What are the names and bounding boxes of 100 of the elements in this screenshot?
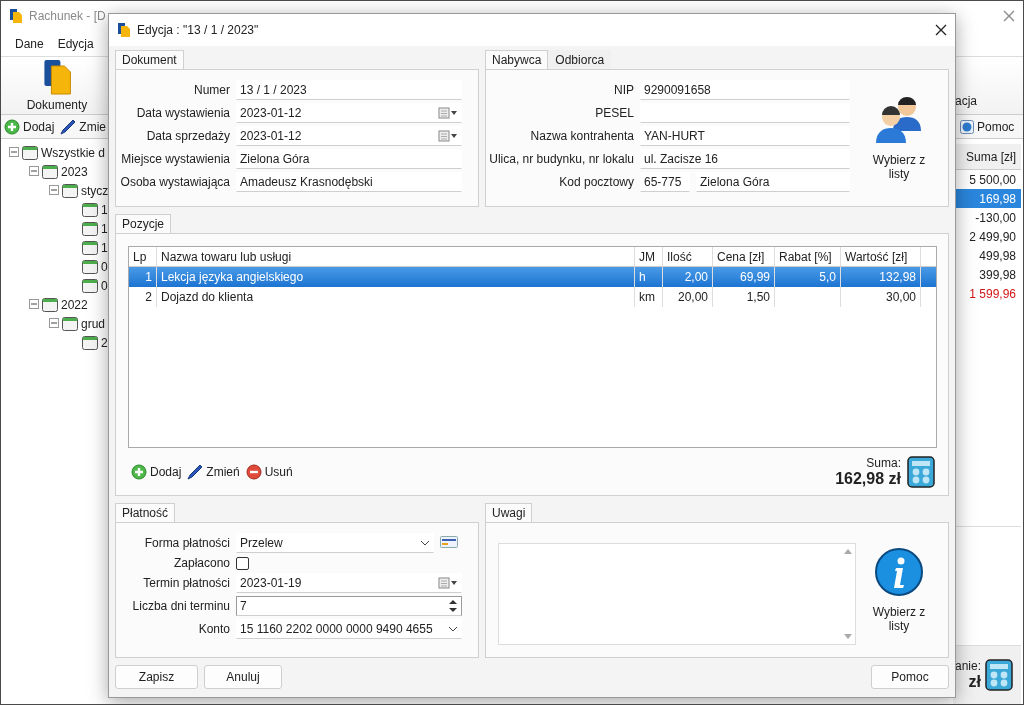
text-field[interactable] (640, 103, 850, 123)
table-cell[interactable]: 1 599,96 (953, 284, 1021, 303)
date-field[interactable]: 2023-01-12 (236, 126, 462, 146)
calendar-dropdown-icon[interactable] (438, 107, 458, 119)
cancel-button[interactable]: Anuluj (204, 665, 282, 689)
caret-icon[interactable] (420, 540, 430, 546)
text-field[interactable]: Zielona Góra (236, 149, 462, 169)
tab[interactable]: Odbiorca (548, 50, 612, 69)
field-label: Termin płatności (142, 576, 230, 590)
calendar-icon (82, 278, 98, 293)
help-icon (960, 119, 974, 134)
tree-item[interactable]: 1 (101, 221, 108, 236)
calendar-icon (42, 297, 58, 312)
close-icon[interactable] (935, 24, 947, 36)
column-header[interactable]: Ilość (663, 247, 713, 266)
text-field[interactable]: ul. Zacisze 16 (640, 149, 850, 169)
card-icon (440, 535, 458, 548)
calendar-dropdown-icon[interactable] (438, 130, 458, 142)
tree-item[interactable]: stycz (81, 183, 109, 198)
add-icon (4, 118, 20, 135)
tree-item[interactable]: 0 (101, 259, 108, 274)
date-field[interactable]: 2023-01-12 (236, 103, 462, 123)
calendar-icon (62, 183, 78, 198)
pick-from-list-button[interactable]: Wybierz z listy (856, 70, 942, 206)
table-cell[interactable]: 499,98 (953, 246, 1021, 265)
table-cell: km (635, 287, 663, 307)
tree-item[interactable]: 2 (101, 335, 108, 350)
table-cell[interactable]: 2 499,90 (953, 227, 1021, 246)
column-header[interactable]: Wartość [zł] (841, 247, 921, 266)
help-button[interactable]: Pomoc (957, 119, 1023, 134)
tree-item[interactable]: Wszystkie d (41, 145, 105, 160)
tree-item[interactable]: 1 (101, 202, 108, 217)
calendar-icon (82, 240, 98, 255)
dropdown-field[interactable]: Przelew (236, 533, 434, 553)
window-title: Rachunek - [D (29, 9, 107, 23)
tree-item[interactable]: 2022 (61, 297, 88, 312)
table-cell: 1,50 (713, 287, 775, 307)
collapse-icon[interactable] (29, 298, 39, 309)
field-label: Ulica, nr budynku, nr lokalu (488, 152, 634, 166)
spinner-arrows-icon[interactable] (448, 598, 458, 614)
remove-icon (245, 463, 262, 480)
text-field[interactable]: Amadeusz Krasnodębski (236, 172, 462, 192)
text-field[interactable]: 13 / 1 / 2023 (236, 80, 462, 100)
sum-label: Suma: (866, 455, 901, 470)
toolbar-label[interactable]: acja (955, 94, 977, 108)
table-cell[interactable]: 399,98 (953, 265, 1021, 284)
calculator-icon[interactable] (907, 455, 935, 488)
table-cell[interactable]: -130,00 (953, 208, 1021, 227)
toolbar-button[interactable]: Dodaj (1, 118, 58, 135)
tab[interactable]: Nabywca (485, 50, 549, 69)
help-button[interactable]: Pomoc (871, 665, 949, 689)
menu-item[interactable]: Dane (15, 36, 44, 51)
column-header[interactable]: Rabat [%] (775, 247, 841, 266)
calculator-icon[interactable] (985, 659, 1014, 691)
item-action-button[interactable]: Usuń (242, 463, 296, 480)
column-header[interactable]: Cena [zł] (713, 247, 775, 266)
number-field[interactable]: 7 (236, 596, 462, 616)
field-label: Miejsce wystawienia (120, 152, 230, 166)
date-field[interactable]: 2023-01-19 (236, 573, 462, 593)
dropdown-field[interactable]: 15 1160 2202 0000 0000 9490 4655 (236, 619, 462, 639)
calendar-icon (82, 221, 98, 236)
pencil-icon (187, 463, 204, 480)
save-button[interactable]: Zapisz (115, 665, 198, 689)
sum-value: 162,98 zł (835, 469, 901, 488)
text-field[interactable]: 9290091658 (640, 80, 850, 100)
pick-from-list-button[interactable]: Wybierz z listy (856, 523, 942, 657)
caret-icon[interactable] (448, 626, 458, 632)
column-header: Suma [zł] (953, 144, 1021, 170)
column-header[interactable]: Lp (129, 247, 157, 266)
item-action-button[interactable]: Zmień (184, 463, 243, 480)
table-cell: 20,00 (663, 287, 713, 307)
tree-item[interactable]: grud (81, 316, 106, 331)
tree-item[interactable]: 2023 (61, 164, 88, 179)
pencil-icon (60, 118, 77, 135)
menu-item[interactable]: Edycja (57, 36, 94, 51)
text-field[interactable]: YAN-HURT (640, 126, 850, 146)
calendar-icon (62, 316, 78, 331)
calendar-icon (42, 164, 58, 179)
text-field[interactable]: Zielona Góra (696, 172, 850, 192)
tree-item[interactable]: 1 (101, 240, 108, 255)
table-cell[interactable]: 5 500,00 (953, 170, 1021, 189)
table-row[interactable]: 1 Lekcja języka angielskiego h 2,00 69,99 5,0 132,98 (129, 267, 936, 287)
column-header[interactable]: Nazwa towaru lub usługi (157, 247, 635, 266)
column-header[interactable]: JM (635, 247, 663, 266)
calendar-dropdown-icon[interactable] (438, 577, 458, 589)
collapse-icon[interactable] (9, 146, 19, 157)
table-cell[interactable]: 169,98 (953, 189, 1021, 208)
field-label: Liczba dni terminu (131, 599, 230, 613)
info-icon (874, 547, 924, 597)
toolbar-button[interactable]: Zmie (57, 118, 110, 135)
calendar-icon (82, 335, 98, 350)
tree-item[interactable]: 0 (101, 278, 108, 293)
collapse-icon[interactable] (49, 317, 59, 328)
field-label: Kod pocztowy (558, 175, 634, 189)
item-action-button[interactable]: Dodaj (128, 463, 185, 480)
field-label: Forma płatności (143, 536, 230, 550)
text-field[interactable]: 65-775 (640, 172, 690, 192)
collapse-icon[interactable] (49, 184, 59, 195)
checkbox[interactable] (236, 556, 249, 570)
collapse-icon[interactable] (29, 165, 39, 176)
